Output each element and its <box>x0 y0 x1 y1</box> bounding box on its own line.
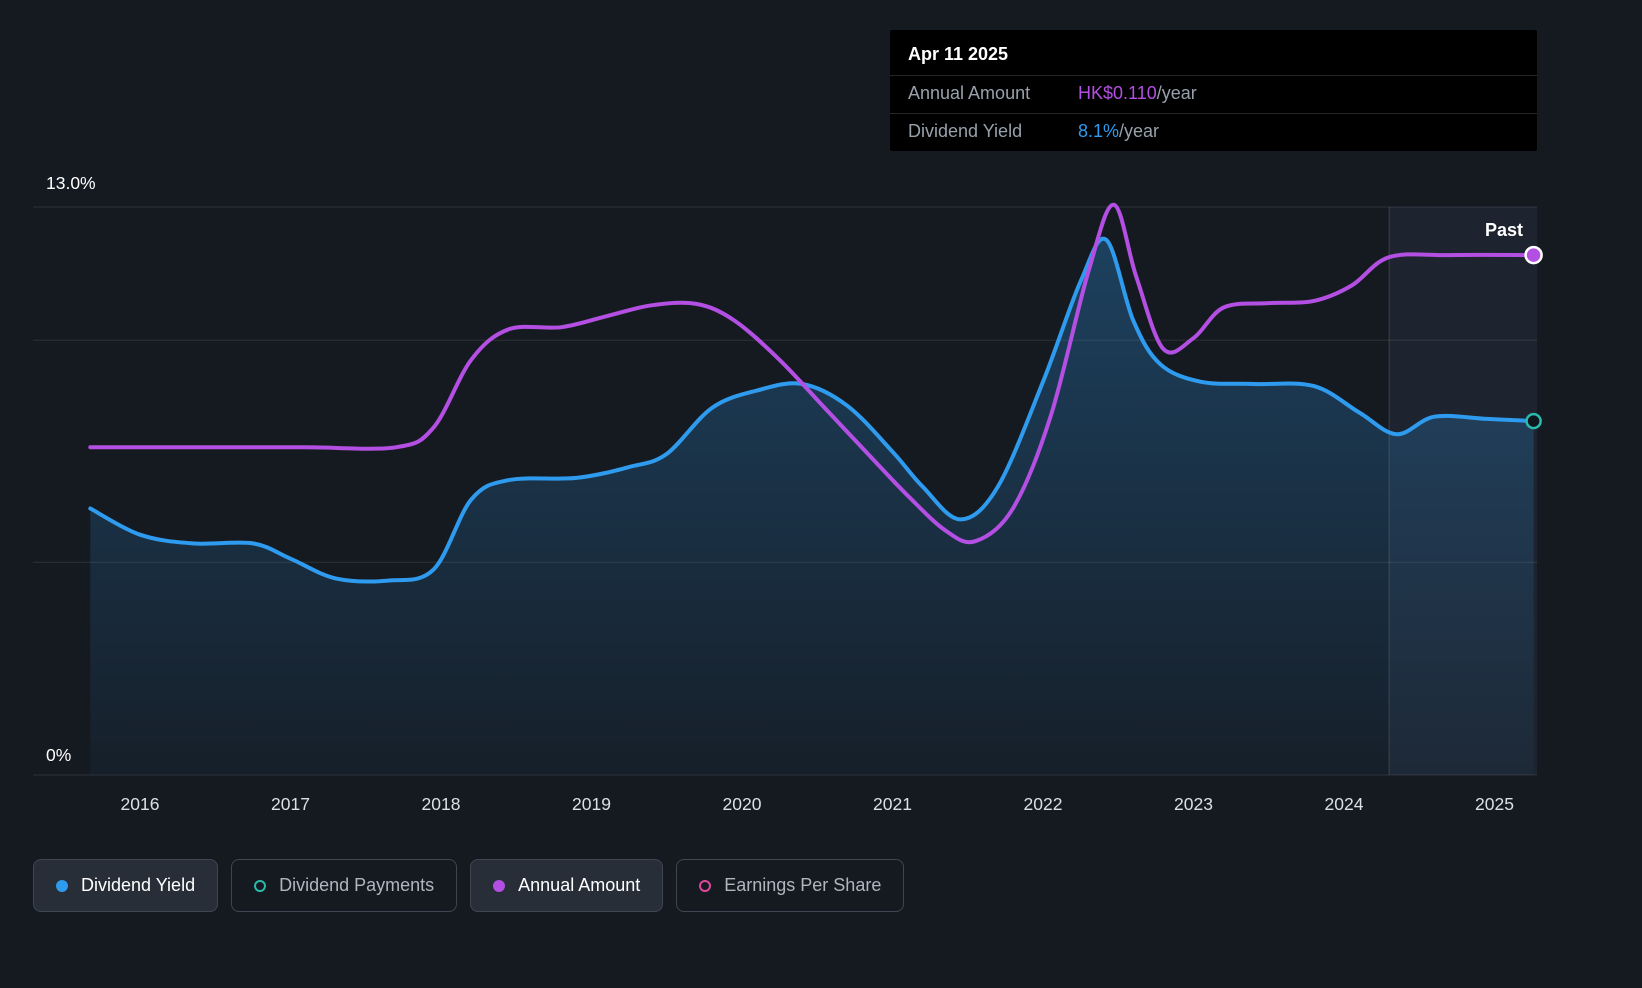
legend-toggle-annual-amount[interactable]: Annual Amount <box>470 859 664 912</box>
tooltip-annual-amount-value: HK$0.110 <box>1078 83 1157 103</box>
legend-label-annual-amount: Annual Amount <box>518 875 641 895</box>
tooltip-row-annual-amount: Annual Amount HK$0.110 /year <box>890 75 1537 113</box>
legend: Dividend Yield Dividend Payments Annual … <box>33 859 905 912</box>
tooltip: Apr 11 2025 Annual Amount HK$0.110 /year… <box>890 30 1537 151</box>
x-axis-tick-2023: 2023 <box>1174 794 1213 814</box>
past-region-label: Past <box>1484 220 1523 240</box>
legend-label-dividend-payments: Dividend Payments <box>279 875 435 895</box>
tooltip-row-dividend-yield: Dividend Yield 8.1% /year <box>890 113 1537 151</box>
dividend-yield-end-marker <box>1525 412 1542 430</box>
x-axis: 2016 2017 2018 2019 2020 2021 2022 2023 2024 2025 <box>0 794 1642 824</box>
tooltip-annual-amount-suffix: /year <box>1156 83 1197 103</box>
y-axis-max-label: 13.0% <box>46 173 96 193</box>
tooltip-date: Apr 11 2025 <box>908 44 1009 64</box>
x-axis-tick-2019: 2019 <box>572 794 611 814</box>
legend-toggle-earnings-per-share[interactable]: Earnings Per Share <box>676 859 905 912</box>
x-axis-tick-2018: 2018 <box>421 794 461 814</box>
x-axis-tick-2025: 2025 <box>1475 794 1514 814</box>
tooltip-dividend-yield-suffix: /year <box>1119 121 1160 141</box>
tooltip-dividend-yield-value: 8.1% <box>1078 121 1120 141</box>
earnings-per-share-ring-icon <box>699 879 712 892</box>
x-axis-tick-2021: 2021 <box>873 794 912 814</box>
legend-toggle-dividend-payments[interactable]: Dividend Payments <box>231 859 458 912</box>
y-axis-min-label: 0% <box>46 745 72 765</box>
legend-label-earnings-per-share: Earnings Per Share <box>724 875 882 895</box>
dividend-payments-ring-icon <box>254 879 267 892</box>
annual-amount-dot-icon <box>493 879 506 892</box>
x-axis-tick-2020: 2020 <box>722 794 762 814</box>
annual-amount-end-marker <box>1524 245 1543 265</box>
dividend-history-chart-page: 13.0% 0% Past 2016 2017 2018 2019 2020 2021 20… <box>0 0 1642 988</box>
x-axis-tick-2024: 2024 <box>1324 794 1364 814</box>
dividend-yield-dot-icon <box>56 879 68 892</box>
legend-toggle-dividend-yield[interactable]: Dividend Yield <box>33 859 219 912</box>
x-axis-tick-2016: 2016 <box>120 794 160 814</box>
dividend-yield-area <box>90 238 1534 775</box>
tooltip-annual-amount-label: Annual Amount <box>908 83 1031 103</box>
x-axis-tick-2022: 2022 <box>1023 794 1063 814</box>
legend-label-dividend-yield: Dividend Yield <box>81 875 196 895</box>
x-axis-tick-2017: 2017 <box>271 794 310 814</box>
tooltip-dividend-yield-label: Dividend Yield <box>908 121 1023 141</box>
